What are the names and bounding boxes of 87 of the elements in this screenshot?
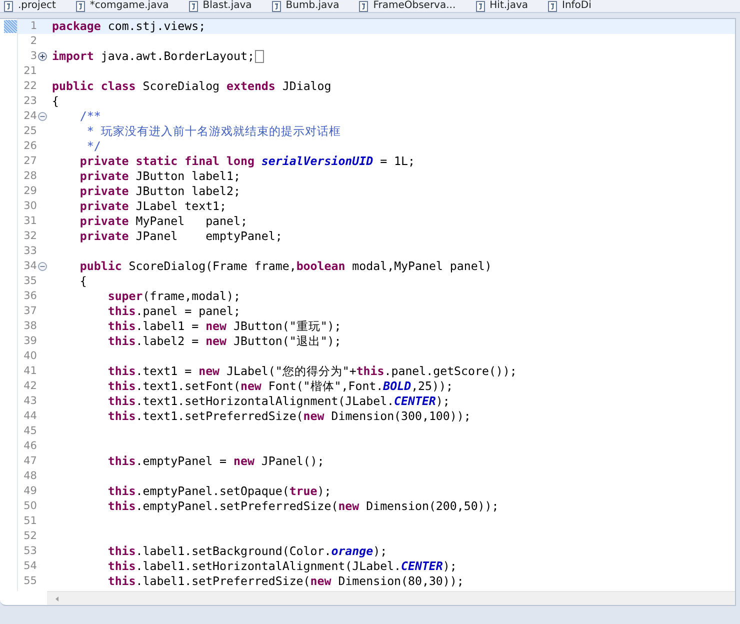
code-line: this.text1.setHorizontalAlignment(JLabel.CENTER); xyxy=(106,394,450,409)
code-line: this.label1.setPreferredSize(new Dimension(80,30)); xyxy=(106,574,464,589)
line-number: 54 xyxy=(24,559,37,574)
line-number: 29 xyxy=(24,184,37,199)
code-line: package com.stj.views; xyxy=(52,19,206,34)
code-line: this.panel = panel; xyxy=(106,304,240,319)
line-number: 50 xyxy=(24,499,37,514)
code-line: super(frame,modal); xyxy=(106,289,240,304)
line-number: 28 xyxy=(24,169,37,184)
line-number: 2 xyxy=(30,34,37,49)
collapse-icon[interactable] xyxy=(38,112,47,121)
line-number: 48 xyxy=(24,469,37,484)
scroll-left-icon[interactable] xyxy=(55,596,59,602)
line-number: 31 xyxy=(24,214,37,229)
line-number: 38 xyxy=(24,319,37,334)
line-number: 41 xyxy=(24,364,37,379)
code-line: this.text1.setFont(new Font("楷体",Font.BOLD,25)); xyxy=(106,379,453,394)
code-line: this.emptyPanel.setPreferredSize(new Dimension(200,50)); xyxy=(106,499,499,514)
folded-code-marker[interactable] xyxy=(255,50,264,63)
file-icon xyxy=(272,0,281,12)
collapse-icon[interactable] xyxy=(38,262,47,271)
line-number: 37 xyxy=(24,304,37,319)
line-number: 44 xyxy=(24,409,37,424)
line-number: 25 xyxy=(24,124,37,139)
file-icon xyxy=(548,0,557,12)
line-number: 35 xyxy=(24,274,37,289)
line-number: 3 xyxy=(30,49,37,64)
code-line: private JButton label2; xyxy=(78,184,240,199)
code-line: private static final long serialVersionUID = 1L; xyxy=(78,154,415,169)
file-icon xyxy=(359,0,368,12)
code-line: this.label1.setHorizontalAlignment(JLabel.CENTER); xyxy=(106,559,457,574)
code-comment: * 玩家没有进入前十名游戏就结束的提示对话框 xyxy=(86,124,341,139)
editor-tab[interactable]: FrameObserva... xyxy=(353,0,470,12)
code-line: public class ScoreDialog extends JDialog xyxy=(52,79,332,94)
line-number: 39 xyxy=(24,334,37,349)
line-number: 55 xyxy=(24,574,37,589)
code-line: this.emptyPanel.setOpaque(true); xyxy=(106,484,332,499)
line-number: 42 xyxy=(24,379,37,394)
line-number: 49 xyxy=(24,484,37,499)
line-number: 51 xyxy=(24,514,37,529)
file-icon xyxy=(188,0,198,12)
code-line: this.label1 = new JButton("重玩"); xyxy=(106,319,342,334)
code-comment: /** xyxy=(78,109,101,124)
line-number: 24 xyxy=(24,109,37,124)
horizontal-scrollbar[interactable] xyxy=(47,591,735,605)
line-number: 1 xyxy=(30,19,37,34)
line-number: 34 xyxy=(24,259,37,274)
code-line: { xyxy=(78,274,87,289)
line-number: 52 xyxy=(24,529,37,544)
line-number: 53 xyxy=(24,544,37,559)
line-number: 40 xyxy=(24,349,37,364)
file-icon xyxy=(76,0,85,12)
line-number: 45 xyxy=(24,424,37,439)
line-number: 21 xyxy=(24,64,37,79)
line-number: 43 xyxy=(24,394,37,409)
code-line: this.text1.setPreferredSize(new Dimension(300,100)); xyxy=(106,409,471,424)
expand-icon[interactable] xyxy=(38,52,47,61)
code-line: { xyxy=(52,94,59,109)
code-line: private JLabel text1; xyxy=(78,199,227,214)
code-comment: */ xyxy=(86,139,101,154)
line-number: 33 xyxy=(24,244,37,259)
line-number: 23 xyxy=(24,94,37,109)
file-icon xyxy=(4,0,13,12)
line-number: 26 xyxy=(24,139,37,154)
line-number: 22 xyxy=(24,79,37,94)
code-line: this.label1.setBackground(Color.orange); xyxy=(106,544,388,559)
code-line: this.emptyPanel = new JPanel(); xyxy=(106,454,324,469)
editor-tab[interactable]: Blast.java xyxy=(182,0,266,12)
editor-tab[interactable]: *comgame.java xyxy=(70,0,183,12)
code-line: private JButton label1; xyxy=(78,169,240,184)
line-number: 32 xyxy=(24,229,37,244)
code-line: private JPanel emptyPanel; xyxy=(78,229,282,244)
file-icon xyxy=(476,0,485,12)
editor-tab[interactable]: Hit.java xyxy=(470,0,542,12)
line-number: 36 xyxy=(24,289,37,304)
code-line: private MyPanel panel; xyxy=(78,214,248,229)
code-line: this.label2 = new JButton("退出"); xyxy=(106,334,342,349)
code-line: public ScoreDialog(Frame frame,boolean modal,MyPanel panel) xyxy=(78,259,492,274)
line-number: 30 xyxy=(24,199,37,214)
code-line: this.text1 = new JLabel("您的得分为"+this.panel.getScore()); xyxy=(106,364,517,379)
editor-tab[interactable]: InfoDi xyxy=(542,0,606,12)
line-number: 27 xyxy=(24,154,37,169)
line-number: 46 xyxy=(24,439,37,454)
editor-tab[interactable]: Bumb.java xyxy=(266,0,354,12)
line-number: 47 xyxy=(24,454,37,469)
code-line: import java.awt.BorderLayout; xyxy=(52,49,254,64)
editor-tab[interactable]: .project xyxy=(0,0,70,12)
